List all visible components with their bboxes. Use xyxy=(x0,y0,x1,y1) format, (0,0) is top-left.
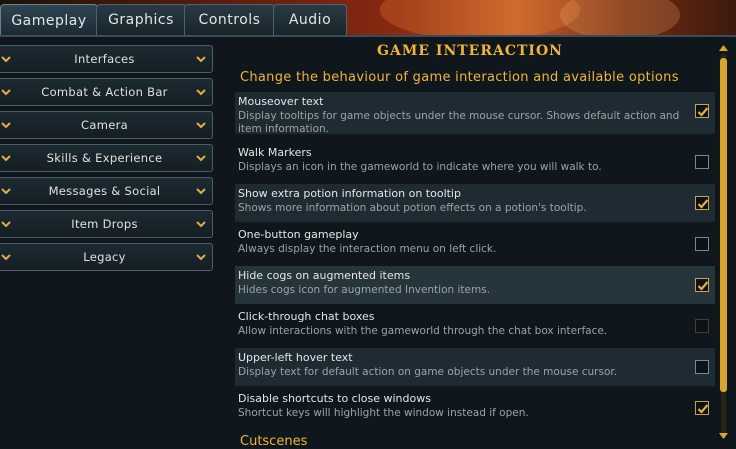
sidebar-item-label: Combat & Action Bar xyxy=(41,85,168,99)
option-title: Click-through chat boxes xyxy=(238,310,375,323)
section-subtitle: Change the behaviour of game interaction… xyxy=(240,70,679,85)
chevron-down-icon xyxy=(196,155,206,162)
option-checkbox[interactable] xyxy=(695,278,709,292)
chevron-down-icon xyxy=(1,56,11,63)
chevron-down-icon xyxy=(196,221,206,228)
option-description: Shortcut keys will highlight the window … xyxy=(238,407,529,419)
tab-label: Audio xyxy=(288,12,332,28)
sidebar-item-label: Camera xyxy=(81,118,128,132)
option-checkbox[interactable] xyxy=(695,237,709,251)
arrow-up-icon[interactable] xyxy=(718,44,729,52)
option-description: Always display the interaction menu on l… xyxy=(238,243,497,255)
option-description: Display tooltips for game objects under … xyxy=(238,110,680,135)
option-description: Displays an icon in the gameworld to ind… xyxy=(238,161,602,173)
arrow-down-icon[interactable] xyxy=(718,432,729,440)
sidebar-item-combat-action-bar[interactable]: Combat & Action Bar xyxy=(0,78,213,106)
scrollbar-thumb[interactable] xyxy=(720,58,727,392)
sidebar-item-interfaces[interactable]: Interfaces xyxy=(0,45,213,73)
chevron-down-icon xyxy=(1,188,11,195)
checkmark-icon xyxy=(697,281,709,291)
chevron-down-icon xyxy=(1,122,11,129)
option-title: Show extra potion information on tooltip xyxy=(238,187,461,200)
scrollbar[interactable] xyxy=(718,44,729,448)
section-title: GAME INTERACTION xyxy=(377,43,563,59)
option-checkbox[interactable] xyxy=(695,196,709,210)
option-one-button-gameplay[interactable]: One-button gameplay Always display the i… xyxy=(235,225,715,263)
tab-audio[interactable]: Audio xyxy=(273,4,347,35)
option-checkbox[interactable] xyxy=(695,155,709,169)
chevron-down-icon xyxy=(196,188,206,195)
option-description: Shows more information about potion effe… xyxy=(238,202,587,214)
checkmark-icon xyxy=(697,404,709,414)
checkmark-icon xyxy=(697,199,709,209)
chevron-down-icon xyxy=(196,122,206,129)
settings-content: GAME INTERACTION Change the behaviour of… xyxy=(220,37,736,449)
tab-graphics[interactable]: Graphics xyxy=(96,4,186,35)
option-description: Hides cogs icon for augmented Invention … xyxy=(238,284,491,296)
sidebar-item-label: Item Drops xyxy=(71,217,138,231)
chevron-down-icon xyxy=(1,254,11,261)
option-title: Hide cogs on augmented items xyxy=(238,269,411,282)
chevron-down-icon xyxy=(196,56,206,63)
tab-label: Gameplay xyxy=(11,12,87,29)
option-description: Allow interactions with the gameworld th… xyxy=(238,325,608,337)
sidebar-item-item-drops[interactable]: Item Drops xyxy=(0,210,213,238)
option-disable-shortcuts[interactable]: Disable shortcuts to close windows Short… xyxy=(235,389,715,427)
option-title: One-button gameplay xyxy=(238,228,359,241)
option-extra-potion-info[interactable]: Show extra potion information on tooltip… xyxy=(235,184,715,222)
option-checkbox[interactable] xyxy=(695,360,709,374)
section-heading-cutscenes: Cutscenes xyxy=(240,434,308,449)
option-title: Disable shortcuts to close windows xyxy=(238,392,431,405)
option-title: Mouseover text xyxy=(238,95,324,108)
sidebar-item-label: Legacy xyxy=(83,250,126,264)
tab-label: Graphics xyxy=(108,12,174,28)
option-checkbox[interactable] xyxy=(695,401,709,415)
option-click-through-chat[interactable]: Click-through chat boxes Allow interacti… xyxy=(235,307,715,345)
option-walk-markers[interactable]: Walk Markers Displays an icon in the gam… xyxy=(235,143,715,181)
option-checkbox[interactable] xyxy=(695,104,709,118)
checkmark-icon xyxy=(697,107,709,117)
option-hide-cogs[interactable]: Hide cogs on augmented items Hides cogs … xyxy=(235,266,715,304)
option-title: Walk Markers xyxy=(238,146,312,159)
tab-label: Controls xyxy=(198,12,261,28)
sidebar-item-label: Interfaces xyxy=(74,52,135,66)
sidebar-item-skills-experience[interactable]: Skills & Experience xyxy=(0,144,213,172)
chevron-down-icon xyxy=(196,254,206,261)
option-checkbox[interactable] xyxy=(695,319,709,333)
sidebar-item-label: Skills & Experience xyxy=(46,151,163,165)
option-mouseover-text[interactable]: Mouseover text Display tooltips for game… xyxy=(235,92,715,135)
sidebar-item-legacy[interactable]: Legacy xyxy=(0,243,213,271)
option-title: Upper-left hover text xyxy=(238,351,353,364)
tab-controls[interactable]: Controls xyxy=(184,4,275,35)
chevron-down-icon xyxy=(1,89,11,96)
tab-gameplay[interactable]: Gameplay xyxy=(0,4,98,36)
category-sidebar: Interfaces Combat & Action Bar Camera Sk… xyxy=(0,37,220,448)
chevron-down-icon xyxy=(196,89,206,96)
sidebar-item-camera[interactable]: Camera xyxy=(0,111,213,139)
sidebar-item-messages-social[interactable]: Messages & Social xyxy=(0,177,213,205)
option-description: Display text for default action on game … xyxy=(238,366,618,378)
option-upper-left-hover[interactable]: Upper-left hover text Display text for d… xyxy=(235,348,715,386)
chevron-down-icon xyxy=(1,155,11,162)
chevron-down-icon xyxy=(1,221,11,228)
sidebar-item-label: Messages & Social xyxy=(48,184,161,198)
